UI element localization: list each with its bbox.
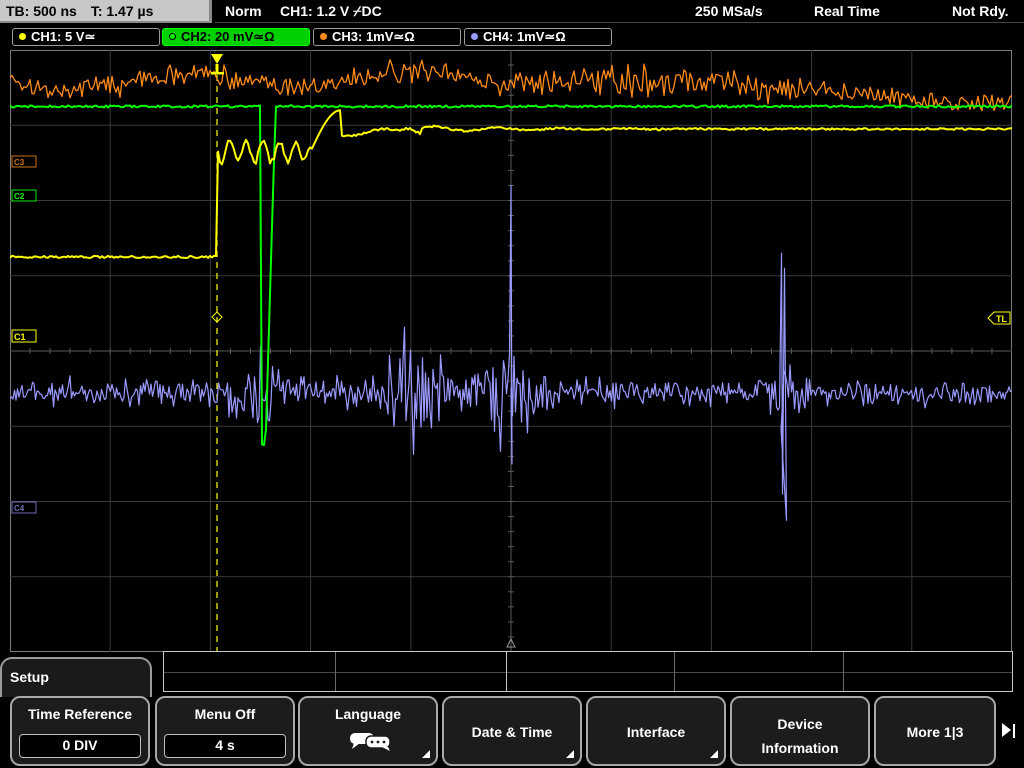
timebase-label: TB: 500 ns [6,3,77,19]
menu-off-value: 4 s [164,734,286,758]
ch1-marker-label: C1 [14,332,26,342]
time-reference-softkey[interactable]: Time Reference 0 DIV [10,696,150,766]
time-reference-value: 0 DIV [19,734,141,758]
channel-tab-ch1[interactable]: CH1: 5 V≃ [12,28,160,46]
submenu-corner-icon [422,750,430,758]
trigger-level-label: TL [996,314,1007,324]
interface-label: Interface [626,724,686,740]
overview-strip[interactable] [163,651,1013,692]
language-label: Language [334,706,402,722]
ch2-marker-label: C2 [14,192,25,201]
trigger-source[interactable]: CH1: 1.2 V ⌿DC [280,0,382,22]
interface-softkey[interactable]: Interface [586,696,726,766]
next-page-arrow-icon[interactable] [996,696,1024,768]
menu-off-softkey[interactable]: Menu Off 4 s [155,696,295,766]
more-softkey[interactable]: More 1|3 [874,696,996,766]
ch4-marker-label: C4 [14,504,25,513]
channel-tab-ch2[interactable]: CH2: 20 mV≃Ω [162,28,310,46]
ch3-dot-icon [320,33,327,40]
menu-title: Setup [10,669,49,685]
speech-bubbles-icon [350,733,391,751]
ch2-dot-icon [169,33,176,40]
ch1-label: CH1: 5 V≃ [31,29,96,44]
channel-tab-ch4[interactable]: CH4: 1mV≃Ω [464,28,612,46]
timebase-box[interactable]: TB: 500 ns T: 1.47 µs [0,0,212,23]
language-softkey[interactable]: Language [298,696,438,766]
device-information-softkey[interactable]: Device Information [730,696,870,766]
date-time-softkey[interactable]: Date & Time [442,696,582,766]
menu-title-tab: Setup [0,657,152,697]
ch4-label: CH4: 1mV≃Ω [483,29,566,44]
status-bar: Norm CH1: 1.2 V ⌿DC 250 MSa/s Real Time … [215,0,1024,23]
ch2-level-marker[interactable]: C2 [11,189,37,202]
ch2-label: CH2: 20 mV≃Ω [181,29,275,44]
ch4-dot-icon [471,33,478,40]
trigger-time-label: T: 1.47 µs [90,3,154,19]
more-label: More 1|3 [906,724,964,740]
acquisition-mode: Real Time [814,3,880,19]
ch3-label: CH3: 1mV≃Ω [332,29,415,44]
run-state: Not Rdy. [952,3,1009,19]
waveform-display[interactable]: TL C1 C2 C3 C4 [10,50,1012,652]
menu-off-label: Menu Off [194,706,256,722]
ch1-level-marker[interactable]: C1 [11,329,37,343]
trigger-mode[interactable]: Norm [225,0,262,22]
time-reference-label: Time Reference [27,706,132,722]
sample-rate: 250 MSa/s [695,3,763,19]
ch3-marker-label: C3 [14,158,25,167]
channel-tab-ch3[interactable]: CH3: 1mV≃Ω [313,28,461,46]
submenu-corner-icon [566,750,574,758]
submenu-corner-icon [710,750,718,758]
date-time-label: Date & Time [471,724,553,740]
device-information-label: Device Information [761,716,839,756]
ch1-dot-icon [19,33,26,40]
